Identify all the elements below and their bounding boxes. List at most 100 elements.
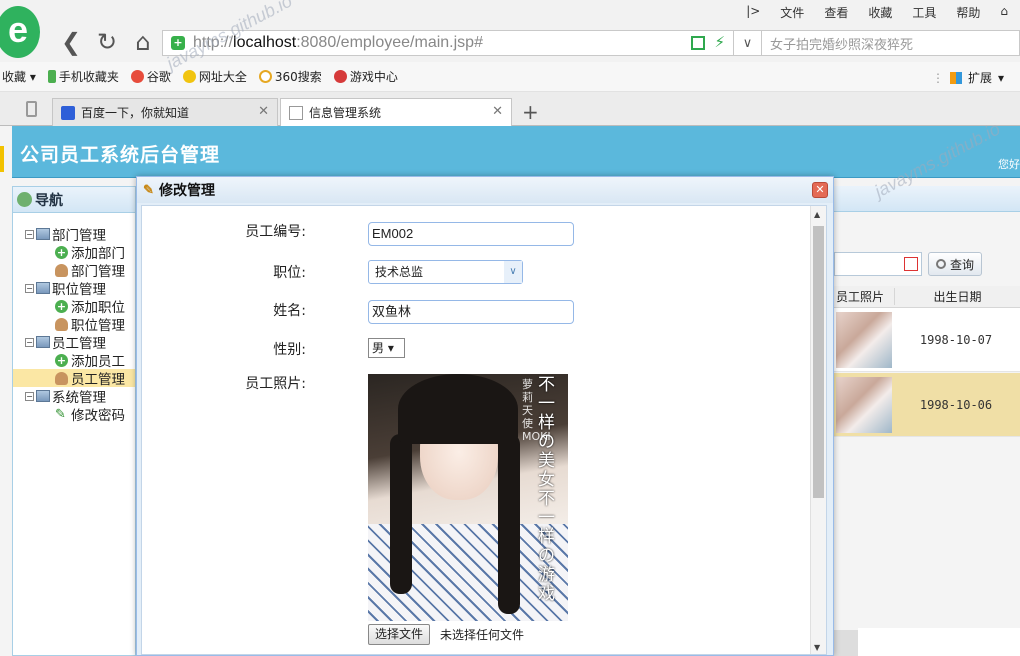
scroll-down-icon[interactable]: ▼: [814, 643, 820, 652]
close-icon[interactable]: ✕: [812, 182, 828, 198]
bolt-icon[interactable]: ⚡: [714, 33, 725, 51]
table-row[interactable]: 1998-10-07: [834, 308, 1020, 372]
tree-item-position-manage[interactable]: 职位管理: [13, 315, 135, 334]
query-button[interactable]: 查询: [928, 252, 982, 276]
bookmark-google[interactable]: 谷歌: [130, 68, 171, 85]
search-input[interactable]: 女子拍完婚纱照深夜猝死: [762, 30, 1020, 56]
greeting: 您好: [998, 158, 1020, 171]
home-icon[interactable]: ⌂: [130, 28, 156, 56]
page-icon: [289, 105, 303, 120]
tab-bar: 百度一下，你就知道 ✕ 信息管理系统 ✕ +: [0, 92, 1020, 126]
menu-favorites[interactable]: 收藏: [868, 4, 892, 21]
dialog-body: 员工编号: EM002 职位: 技术总监 ∨ 姓名: 双鱼林 性别: 男 ▾ 员…: [141, 205, 827, 655]
scroll-thumb[interactable]: [813, 226, 824, 498]
chevron-down-icon[interactable]: ∨: [504, 261, 522, 283]
tab-baidu[interactable]: 百度一下，你就知道 ✕: [52, 98, 278, 126]
menu-view[interactable]: 查看: [824, 4, 848, 21]
bookmark-favorites[interactable]: 收藏 ▾: [2, 68, 36, 85]
tree-item-add-dept[interactable]: + 添加部门: [13, 243, 135, 262]
name-label: 姓名:: [273, 303, 306, 319]
position-select[interactable]: 技术总监 ∨: [368, 260, 523, 284]
search-icon: [935, 259, 946, 269]
nav-tree: − 部门管理 + 添加部门 部门管理 − 职位管理 + 添加职位 职位管理 − 员工管理 …: [13, 213, 135, 425]
tree-label: 系统管理: [52, 390, 106, 406]
phone-icon: [47, 70, 56, 83]
back-icon[interactable]: ❮: [58, 28, 84, 56]
edge-marker: [0, 146, 4, 172]
menu-file[interactable]: 文件: [780, 4, 804, 21]
tree-label: 职位管理: [71, 318, 125, 334]
status-area: [858, 628, 1020, 656]
reload-icon[interactable]: ↻: [94, 28, 120, 56]
table-row[interactable]: 1998-10-06: [834, 373, 1020, 437]
horizontal-scrollbar[interactable]: [834, 630, 858, 656]
choose-file-button[interactable]: 选择文件: [368, 624, 431, 645]
qr-code-icon[interactable]: [691, 36, 705, 50]
column-header-photo[interactable]: 员工照片: [834, 288, 894, 305]
bookmark-sites[interactable]: 网址大全: [182, 68, 247, 85]
address-bar[interactable]: + http://localhost:8080/employee/main.js…: [162, 30, 734, 56]
grid-header: 员工照片 出生日期: [834, 286, 1020, 308]
tree-item-change-password[interactable]: ✎ 修改密码: [13, 405, 135, 425]
birth-date: 1998-10-06: [919, 397, 993, 412]
tree-item-employee-manage[interactable]: 员工管理: [13, 369, 135, 388]
new-tab-icon[interactable]: +: [522, 100, 539, 124]
dialog-header[interactable]: ✎ 修改管理: [137, 177, 833, 203]
calendar-icon[interactable]: [904, 257, 918, 271]
name-field[interactable]: 双鱼林: [368, 300, 574, 324]
emp-no-field[interactable]: EM002: [368, 222, 574, 246]
collapse-icon[interactable]: −: [25, 337, 34, 347]
nav-header: 导航: [13, 187, 135, 213]
tree-label: 添加员工: [71, 354, 125, 370]
column-header-birth[interactable]: 出生日期: [894, 288, 1020, 305]
more-icon: ⋮: [931, 70, 944, 85]
menu-help[interactable]: 帮助: [956, 4, 980, 21]
shirt-icon[interactable]: ⌂: [1000, 4, 1008, 21]
computer-icon: [36, 228, 50, 240]
tree-item-add-position[interactable]: + 添加职位: [13, 297, 135, 316]
tree-node-system[interactable]: − 系统管理: [13, 387, 135, 406]
emp-no-label: 员工编号:: [245, 224, 306, 240]
bookmark-games[interactable]: 游戏中心: [333, 68, 398, 85]
bookmark-mobile[interactable]: 手机收藏夹: [47, 68, 119, 85]
birth-date: 1998-10-07: [919, 332, 993, 347]
globe-icon: [17, 192, 32, 207]
main-tabstrip: [834, 186, 1020, 212]
computer-icon: [36, 282, 50, 294]
phone-icon[interactable]: [26, 101, 37, 117]
date-input[interactable]: [834, 252, 922, 276]
extensions-button[interactable]: ⋮ 扩展 ▾: [932, 69, 1004, 86]
photo-label: 员工照片:: [245, 376, 306, 392]
tree-node-employee[interactable]: − 员工管理: [13, 333, 135, 352]
collapse-icon[interactable]: −: [25, 283, 34, 293]
tree-node-dept[interactable]: − 部门管理: [13, 225, 135, 244]
gender-value: 男: [372, 341, 385, 355]
collapse-icon[interactable]: −: [25, 229, 34, 239]
bookmark-360[interactable]: 360搜索: [258, 68, 322, 85]
gender-select[interactable]: 男 ▾: [368, 338, 405, 358]
vertical-scrollbar[interactable]: ▲ ▼: [810, 206, 826, 654]
app-header: 公司员工系统后台管理 您好: [12, 126, 1020, 178]
tree-label: 部门管理: [71, 264, 125, 280]
tree-node-position[interactable]: − 职位管理: [13, 279, 135, 298]
position-value: 技术总监: [375, 265, 424, 279]
close-icon[interactable]: ✕: [492, 104, 503, 119]
main-panel: 查询 员工照片 出生日期 1998-10-07 1998-10-06: [834, 186, 1020, 656]
sites-icon: [182, 70, 196, 83]
menu-tools[interactable]: 工具: [912, 4, 936, 21]
close-icon[interactable]: ✕: [258, 104, 269, 119]
scroll-up-icon[interactable]: ▲: [814, 210, 820, 219]
chevron-down-icon[interactable]: ∨: [734, 30, 762, 56]
tab-info-system[interactable]: 信息管理系统 ✕: [280, 98, 512, 126]
photo-caption-side: 萝莉天使MOKI: [522, 378, 551, 443]
nav-panel: 导航 − 部门管理 + 添加部门 部门管理 − 职位管理 + 添加职位 职位管理 − 员工…: [12, 186, 136, 656]
tree-item-add-employee[interactable]: + 添加员工: [13, 351, 135, 370]
gender-label: 性别:: [273, 342, 306, 358]
employee-photo-thumb: [836, 376, 892, 433]
photo-hair: [398, 374, 518, 444]
tree-item-dept-manage[interactable]: 部门管理: [13, 261, 135, 280]
sidebar-toggle-icon[interactable]: |>: [746, 4, 760, 21]
photo-caption: 不一样の美女 不一样の游戏: [538, 375, 555, 604]
collapse-icon[interactable]: −: [25, 391, 34, 401]
tree-label: 职位管理: [52, 282, 106, 298]
